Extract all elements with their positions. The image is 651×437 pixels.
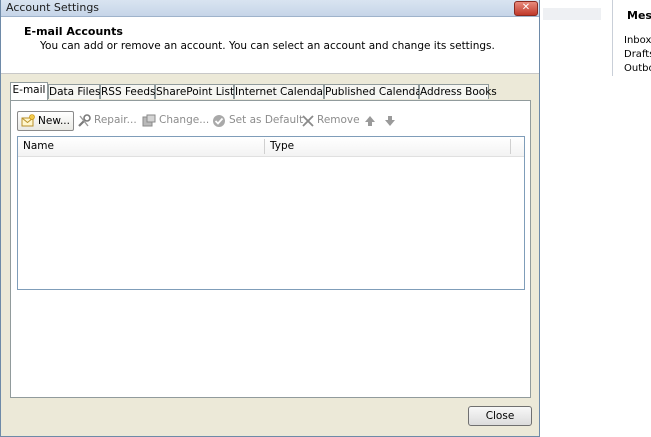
background-pane-title: Mess bbox=[627, 9, 651, 22]
tab-address-books[interactable]: Address Books bbox=[419, 84, 497, 99]
remove-x-icon bbox=[302, 115, 314, 127]
new-account-icon bbox=[21, 114, 35, 127]
header-description: You can add or remove an account. You ca… bbox=[40, 40, 495, 52]
set-as-default-label: Set as Default bbox=[229, 114, 304, 126]
new-account-label: New... bbox=[38, 115, 70, 127]
window-title: Account Settings bbox=[6, 1, 100, 14]
arrow-down-icon bbox=[385, 116, 395, 126]
remove-account-label: Remove bbox=[317, 114, 360, 126]
tab-email[interactable]: E-mail bbox=[10, 82, 48, 100]
repair-account-button[interactable]: Repair... bbox=[77, 111, 139, 131]
close-button[interactable]: Close bbox=[468, 406, 532, 426]
repair-account-label: Repair... bbox=[94, 114, 137, 126]
list-header: Name Type bbox=[18, 137, 524, 157]
background-search-strip bbox=[543, 8, 601, 20]
arrow-up-icon bbox=[365, 116, 375, 126]
checkmark-circle-icon bbox=[213, 115, 225, 127]
column-separator[interactable] bbox=[510, 139, 511, 154]
tab-published-calendars[interactable]: Published Calendars bbox=[324, 84, 432, 99]
tab-data-files[interactable]: Data Files bbox=[48, 84, 100, 99]
new-account-button[interactable]: New... bbox=[17, 111, 74, 131]
move-up-button[interactable] bbox=[363, 111, 377, 131]
change-account-label: Change... bbox=[159, 114, 210, 126]
wrench-icon bbox=[78, 114, 91, 127]
email-tab-panel: New... Repair... Change... Set as Defaul… bbox=[10, 100, 531, 398]
folder-item-inbox[interactable]: Inbox bbox=[624, 34, 651, 48]
account-settings-dialog: Account Settings ✕ E-mail Accounts You c… bbox=[0, 0, 540, 437]
remove-account-button[interactable]: Remove bbox=[301, 111, 360, 131]
tab-sharepoint-lists[interactable]: SharePoint Lists bbox=[155, 84, 240, 99]
move-down-button[interactable] bbox=[383, 111, 397, 131]
column-header-name[interactable]: Name bbox=[18, 137, 264, 156]
folder-item-drafts[interactable]: Drafts bbox=[624, 48, 651, 62]
dialog-header: E-mail Accounts You can add or remove an… bbox=[1, 17, 539, 74]
account-list[interactable]: Name Type bbox=[17, 136, 525, 290]
tab-rss-feeds[interactable]: RSS Feeds bbox=[100, 84, 155, 99]
set-as-default-button[interactable]: Set as Default bbox=[212, 111, 303, 131]
tab-internet-calendars[interactable]: Internet Calendars bbox=[234, 84, 333, 99]
background-folder-list: Inbox Drafts Outbo bbox=[624, 34, 651, 76]
title-bar[interactable]: Account Settings ✕ bbox=[1, 0, 539, 17]
header-title: E-mail Accounts bbox=[24, 25, 123, 38]
folder-item-outbox[interactable]: Outbo bbox=[624, 62, 651, 76]
background-divider bbox=[612, 0, 613, 76]
change-account-button[interactable]: Change... bbox=[142, 111, 210, 131]
column-header-type[interactable]: Type bbox=[265, 137, 510, 156]
close-window-button[interactable]: ✕ bbox=[514, 1, 538, 16]
account-toolbar: New... Repair... Change... Set as Defaul… bbox=[17, 111, 525, 131]
change-settings-icon bbox=[142, 114, 156, 127]
